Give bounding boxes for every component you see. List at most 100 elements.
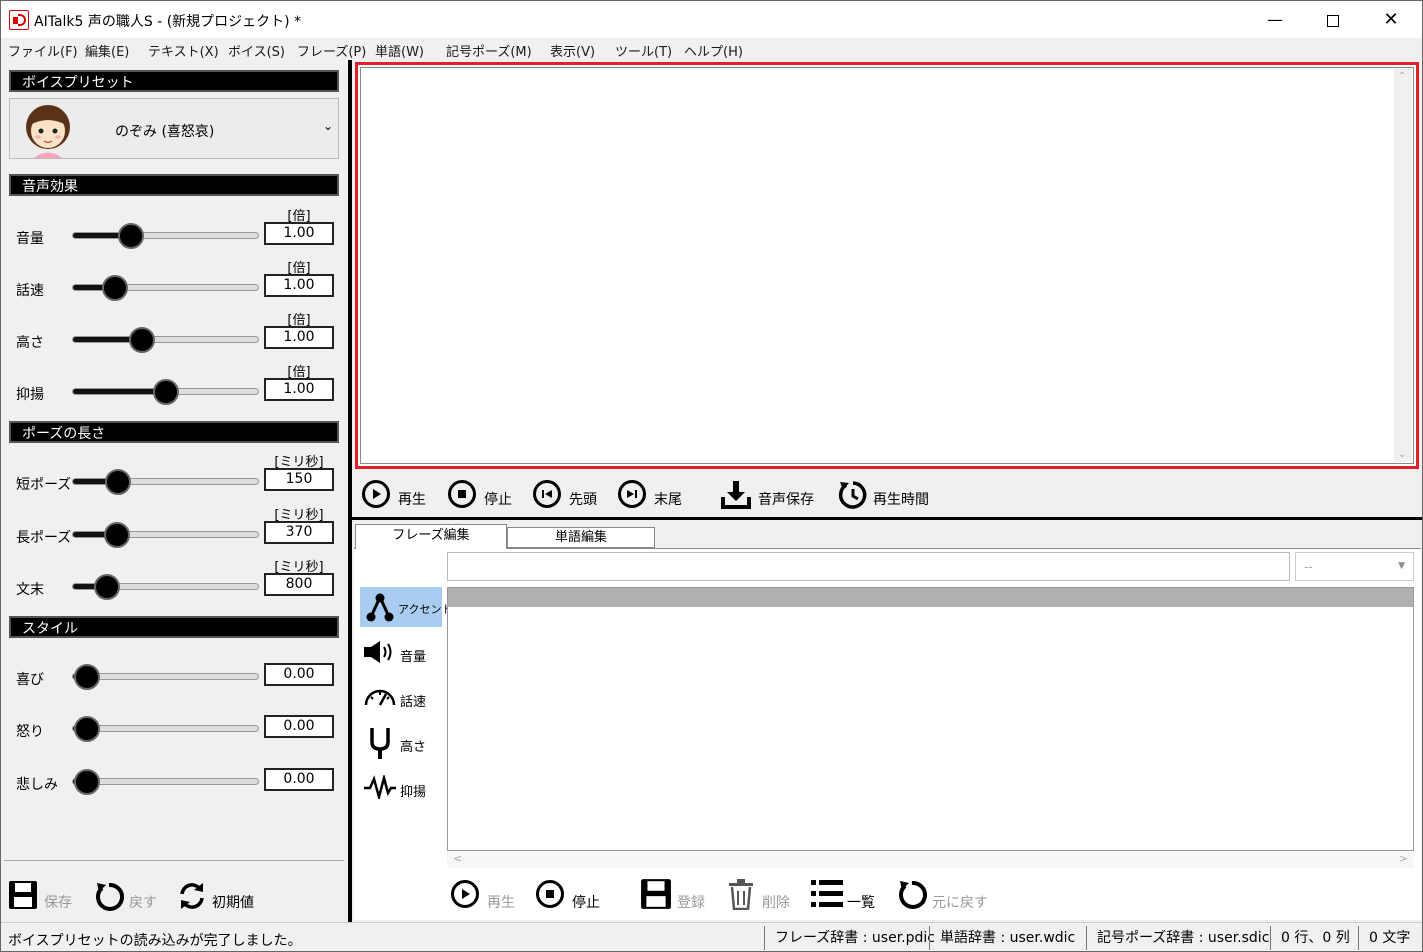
pause-value-input[interactable]: 800: [264, 573, 334, 596]
style-slider[interactable]: [72, 716, 259, 742]
side-tab-pitch[interactable]: 高さ: [360, 722, 442, 762]
play-icon: [451, 880, 479, 908]
window-title: AITalk5 声の職人S - (新規プロジェクト) *: [34, 14, 302, 30]
menu-view[interactable]: 表示(V): [550, 41, 595, 60]
side-tab-speed[interactable]: 話速: [360, 677, 442, 717]
minimize-button[interactable]: —: [1246, 1, 1304, 39]
slider-thumb[interactable]: [129, 327, 155, 353]
stop-button[interactable]: 停止: [448, 480, 518, 510]
list-icon: [811, 880, 843, 907]
phrase-stop-button[interactable]: 停止: [536, 878, 606, 912]
play-button[interactable]: 再生: [362, 480, 432, 510]
undo-icon: [899, 880, 927, 909]
slider-thumb[interactable]: [153, 379, 179, 405]
vertical-splitter[interactable]: [348, 60, 352, 922]
undo-icon: [96, 882, 124, 911]
style-slider[interactable]: [72, 664, 259, 690]
slider-thumb[interactable]: [94, 574, 120, 600]
effect-slider[interactable]: [72, 223, 259, 249]
voice-preset-dropdown[interactable]: のぞみ (喜怒哀) ⌄: [9, 98, 339, 159]
go-to-end-button[interactable]: 末尾: [618, 480, 688, 510]
effect-value-input[interactable]: 1.00: [264, 222, 334, 245]
phrase-input[interactable]: [447, 552, 1290, 581]
pause-value-input[interactable]: 150: [264, 468, 334, 491]
delete-button[interactable]: 削除: [727, 878, 797, 912]
title-bar: AITalk5 声の職人S - (新規プロジェクト) * — ✕: [0, 0, 1423, 38]
tab-word-edit[interactable]: 単語編集: [507, 527, 655, 548]
style-value-input[interactable]: 0.00: [264, 715, 334, 738]
effect-slider[interactable]: [72, 379, 259, 405]
side-tab-accent[interactable]: アクセント: [360, 587, 452, 627]
scroll-right-icon[interactable]: >: [1399, 852, 1408, 865]
save-icon: [9, 881, 37, 909]
menu-voice[interactable]: ボイス(S): [228, 41, 285, 60]
menu-help[interactable]: ヘルプ(H): [684, 41, 743, 60]
effect-value-input[interactable]: 1.00: [264, 378, 334, 401]
style-value-input[interactable]: 0.00: [264, 663, 334, 686]
slider-thumb[interactable]: [102, 275, 128, 301]
divider: [4, 860, 344, 861]
text-input-area[interactable]: ⌃ ⌄: [355, 62, 1419, 469]
menu-phrase[interactable]: フレーズ(P): [297, 41, 366, 60]
go-to-start-button[interactable]: 先頭: [533, 480, 603, 510]
character-count: 0 文字: [1358, 926, 1410, 950]
save-preset-button[interactable]: 保存: [8, 880, 78, 912]
side-tab-intonation[interactable]: 抑揚: [360, 767, 442, 807]
phrase-select[interactable]: -- ▼: [1295, 552, 1414, 581]
menu-symbol-pause[interactable]: 記号ポーズ(M): [446, 41, 532, 60]
menu-word[interactable]: 単語(W): [375, 41, 424, 60]
character-avatar: [26, 105, 70, 158]
menu-tools[interactable]: ツール(T): [615, 41, 672, 60]
menu-text[interactable]: テキスト(X): [148, 41, 219, 60]
effect-slider[interactable]: [72, 327, 259, 353]
reset-preset-button[interactable]: 初期値: [176, 880, 266, 912]
effect-label: 話速: [16, 283, 44, 299]
scroll-left-icon[interactable]: <: [453, 852, 462, 865]
pause-slider[interactable]: [72, 522, 259, 548]
slider-thumb[interactable]: [104, 522, 130, 548]
effect-label: 高さ: [16, 335, 44, 351]
pause-label: 短ポーズ: [16, 477, 72, 493]
effect-value-input[interactable]: 1.00: [264, 274, 334, 297]
slider-thumb[interactable]: [74, 769, 100, 795]
scroll-up-icon[interactable]: ⌃: [1398, 71, 1406, 82]
save-audio-button[interactable]: 音声保存: [720, 480, 820, 510]
phrase-edit-grid[interactable]: [447, 587, 1414, 851]
side-tab-volume[interactable]: 音量: [360, 632, 442, 672]
undo-preset-button[interactable]: 戻す: [93, 880, 163, 912]
grid-header: [448, 588, 1413, 607]
slider-thumb[interactable]: [74, 664, 100, 690]
list-button[interactable]: 一覧: [810, 878, 880, 912]
voice-preset-header: ボイスプリセット: [9, 70, 339, 92]
style-value-input[interactable]: 0.00: [264, 768, 334, 791]
skip-forward-icon: [618, 480, 646, 508]
slider-thumb[interactable]: [74, 716, 100, 742]
menu-file[interactable]: ファイル(F): [8, 41, 78, 60]
scroll-down-icon[interactable]: ⌄: [1398, 449, 1406, 460]
style-slider[interactable]: [72, 769, 259, 795]
revert-button[interactable]: 元に戻す: [896, 878, 996, 912]
horizontal-scrollbar[interactable]: < >: [447, 852, 1414, 868]
maximize-button[interactable]: [1304, 1, 1362, 39]
slider-thumb[interactable]: [105, 469, 131, 495]
style-label: 喜び: [16, 672, 44, 688]
menu-edit[interactable]: 編集(E): [85, 41, 129, 60]
speaker-icon: [364, 641, 392, 663]
effect-label: 音量: [16, 231, 44, 247]
play-time-button[interactable]: 再生時間: [837, 480, 937, 510]
vertical-scrollbar[interactable]: ⌃ ⌄: [1394, 69, 1412, 462]
pause-slider[interactable]: [72, 469, 259, 495]
register-button[interactable]: 登録: [640, 878, 710, 912]
text-editor[interactable]: ⌃ ⌄: [360, 67, 1414, 464]
tab-phrase-edit[interactable]: フレーズ編集: [355, 524, 507, 549]
pause-slider[interactable]: [72, 574, 259, 600]
pause-value-input[interactable]: 370: [264, 521, 334, 544]
effect-slider[interactable]: [72, 275, 259, 301]
phrase-dictionary-status: フレーズ辞書 : user.pdic: [764, 926, 935, 950]
stop-icon: [536, 880, 564, 908]
slider-thumb[interactable]: [118, 223, 144, 249]
close-button[interactable]: ✕: [1362, 1, 1420, 39]
effect-value-input[interactable]: 1.00: [264, 326, 334, 349]
horizontal-splitter[interactable]: [352, 517, 1423, 520]
phrase-play-button[interactable]: 再生: [451, 878, 521, 912]
